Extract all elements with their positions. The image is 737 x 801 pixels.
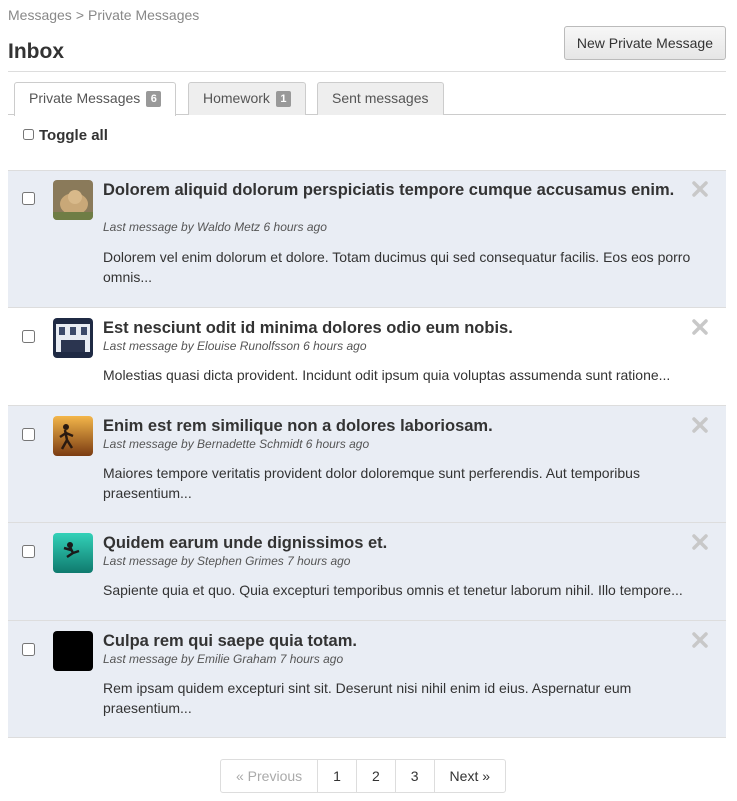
breadcrumb-messages-link[interactable]: Messages — [8, 7, 72, 23]
page-title: Inbox — [8, 40, 64, 63]
pagination: « Previous 1 2 3 Next » — [220, 759, 507, 793]
avatar-sunset-runner — [53, 416, 93, 456]
message-preview: Dolorem vel enim dolorum et dolore. Tota… — [103, 249, 691, 285]
delete-icon[interactable] — [692, 632, 708, 648]
delete-icon[interactable] — [692, 181, 708, 197]
toggle-all-checkbox[interactable] — [23, 129, 34, 140]
message-title[interactable]: Enim est rem similique non a dolores lab… — [103, 416, 686, 436]
message-checkbox[interactable] — [22, 192, 35, 205]
tab-label: Sent messages — [332, 90, 429, 106]
avatar-diver — [53, 533, 93, 573]
tab-bar: Private Messages 6 Homework 1 Sent message… — [8, 82, 726, 116]
message-meta: Last message by Stephen Grimes 7 hours a… — [103, 554, 351, 568]
breadcrumb-current: Private Messages — [88, 7, 200, 23]
pagination-next[interactable]: Next » — [433, 760, 505, 792]
tab-homework[interactable]: Homework 1 — [188, 82, 306, 115]
message-list: Dolorem aliquid dolorum perspiciatis tem… — [8, 170, 726, 738]
message-meta: Last message by Elouise Runolfsson 6 hou… — [103, 339, 367, 353]
message-checkbox[interactable] — [22, 545, 35, 558]
message-preview: Sapiente quia et quo. Quia excepturi tem… — [103, 582, 683, 598]
delete-icon[interactable] — [692, 417, 708, 433]
message-title[interactable]: Quidem earum unde dignissimos et. — [103, 533, 686, 553]
message-title[interactable]: Dolorem aliquid dolorum perspiciatis tem… — [103, 180, 686, 200]
header-divider — [8, 71, 726, 72]
tab-count-badge: 1 — [275, 91, 291, 107]
new-private-message-button[interactable]: New Private Message — [563, 26, 726, 60]
breadcrumb: Messages > Private Messages — [8, 7, 199, 23]
avatar-building — [53, 318, 93, 358]
message-row[interactable]: Quidem earum unde dignissimos et. Last m… — [8, 522, 726, 620]
avatar-black — [53, 631, 93, 671]
delete-icon[interactable] — [692, 534, 708, 550]
tab-label: Private Messages — [29, 90, 141, 106]
avatar-dog — [53, 180, 93, 220]
breadcrumb-separator: > — [75, 7, 84, 23]
message-row[interactable]: Culpa rem qui saepe quia totam. Last mes… — [8, 620, 726, 737]
pagination-page-3[interactable]: 3 — [394, 760, 434, 792]
message-row[interactable]: Est nesciunt odit id minima dolores odio… — [8, 307, 726, 405]
tab-private-messages[interactable]: Private Messages 6 — [14, 82, 177, 116]
message-row[interactable]: Enim est rem similique non a dolores lab… — [8, 405, 726, 522]
message-preview: Molestias quasi dicta provident. Incidun… — [103, 367, 671, 383]
message-title[interactable]: Est nesciunt odit id minima dolores odio… — [103, 318, 686, 338]
tab-sent-messages[interactable]: Sent messages — [317, 82, 444, 115]
message-checkbox[interactable] — [22, 643, 35, 656]
message-title[interactable]: Culpa rem qui saepe quia totam. — [103, 631, 686, 651]
tab-count-badge: 6 — [146, 91, 162, 107]
tab-label: Homework — [203, 90, 270, 106]
toggle-all-label: Toggle all — [39, 127, 108, 144]
message-preview: Rem ipsam quidem excepturi sint sit. Des… — [103, 680, 632, 716]
message-meta: Last message by Emilie Graham 7 hours ag… — [103, 652, 344, 666]
message-row[interactable]: Dolorem aliquid dolorum perspiciatis tem… — [8, 170, 726, 307]
pagination-page-2[interactable]: 2 — [355, 760, 395, 792]
message-meta: Last message by Bernadette Schmidt 6 hou… — [103, 437, 370, 451]
message-preview: Maiores tempore veritatis provident dolo… — [103, 465, 640, 501]
message-meta: Last message by Waldo Metz 6 hours ago — [103, 220, 327, 234]
message-checkbox[interactable] — [22, 330, 35, 343]
toggle-all[interactable]: Toggle all — [23, 127, 108, 144]
message-checkbox[interactable] — [22, 428, 35, 441]
pagination-previous: « Previous — [236, 768, 303, 784]
pagination-page-1[interactable]: 1 — [317, 760, 356, 792]
delete-icon[interactable] — [692, 319, 708, 335]
